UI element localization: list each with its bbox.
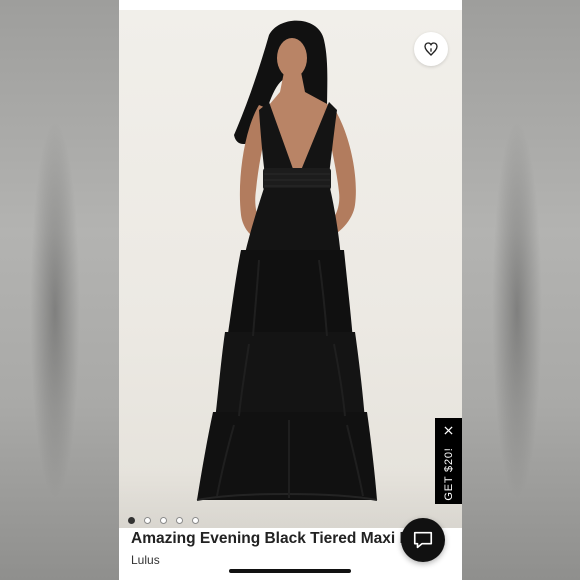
close-icon[interactable] [435, 422, 462, 438]
promo-label[interactable]: GET $20! [443, 447, 455, 500]
pagination-dot[interactable] [144, 517, 151, 524]
like-button[interactable] [414, 32, 448, 66]
pagination-dot[interactable] [128, 517, 135, 524]
product-photo[interactable]: GET $20! [119, 10, 462, 528]
model-wearing-dress [196, 20, 378, 501]
chat-button[interactable] [401, 518, 445, 562]
image-pagination [128, 517, 199, 524]
blurred-background-right [462, 0, 580, 580]
home-indicator [229, 569, 351, 573]
heart-icon [424, 42, 438, 56]
product-brand[interactable]: Lulus [131, 553, 160, 567]
pagination-dot[interactable] [160, 517, 167, 524]
phone-screen: GET $20! Amazing Evening Black Tiered Ma… [119, 0, 462, 580]
pagination-dot[interactable] [176, 517, 183, 524]
chat-icon [413, 531, 433, 549]
pagination-dot[interactable] [192, 517, 199, 524]
promo-tab[interactable]: GET $20! [435, 418, 462, 504]
blurred-background-left [0, 0, 119, 580]
